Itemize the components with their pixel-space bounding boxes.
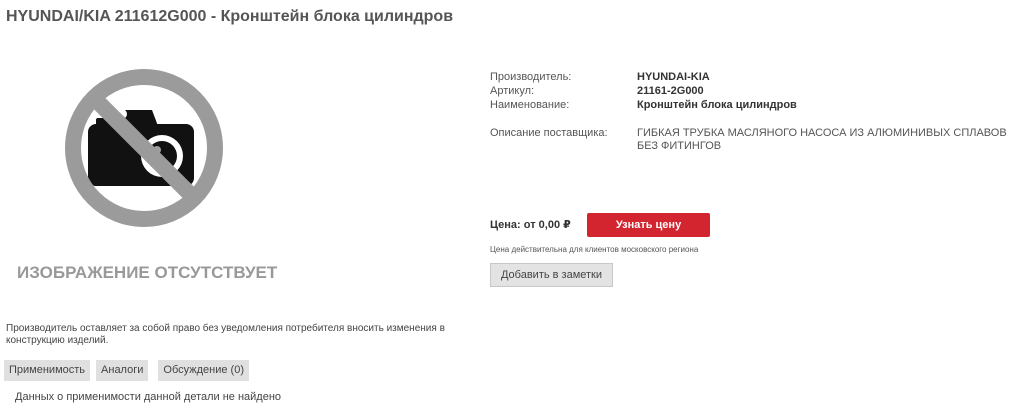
- add-to-notes-button[interactable]: Добавить в заметки: [490, 263, 613, 287]
- manufacturer-disclaimer: Производитель оставляет за собой право б…: [6, 323, 445, 346]
- supplier-description-value: ГИБКАЯ ТРУБКА МАСЛЯНОГО НАСОСА ИЗ АЛЮМИН…: [637, 127, 1007, 152]
- article-label: Артикул:: [490, 85, 535, 97]
- no-camera-icon: [65, 69, 223, 227]
- supplier-description-label: Описание поставщика:: [490, 127, 608, 139]
- image-missing-caption: ИЗОБРАЖЕНИЕ ОТСУТСТВУЕТ: [17, 263, 278, 282]
- price-note: Цена действительна для клиентов московск…: [490, 245, 699, 254]
- applicability-empty-message: Данных о применимости данной детали не н…: [15, 391, 282, 403]
- manufacturer-value: HYUNDAI-KIA: [637, 71, 710, 83]
- tab-discussion[interactable]: Обсуждение (0): [158, 360, 249, 381]
- product-tabs: Применимость Аналоги Обсуждение (0): [4, 360, 249, 381]
- name-label: Наименование:: [490, 99, 570, 111]
- name-value: Кронштейн блока цилиндров: [637, 99, 797, 111]
- tab-analogs[interactable]: Аналоги: [96, 360, 149, 381]
- article-value: 21161-2G000: [637, 85, 704, 97]
- manufacturer-label: Производитель:: [490, 71, 572, 83]
- price-text: Цена: от 0,00 ₽: [490, 219, 571, 231]
- tab-applicability[interactable]: Применимость: [4, 360, 91, 381]
- page-title: HYUNDAI/KIA 211612G000 - Кронштейн блока…: [6, 8, 454, 25]
- get-price-button[interactable]: Узнать цену: [587, 213, 710, 237]
